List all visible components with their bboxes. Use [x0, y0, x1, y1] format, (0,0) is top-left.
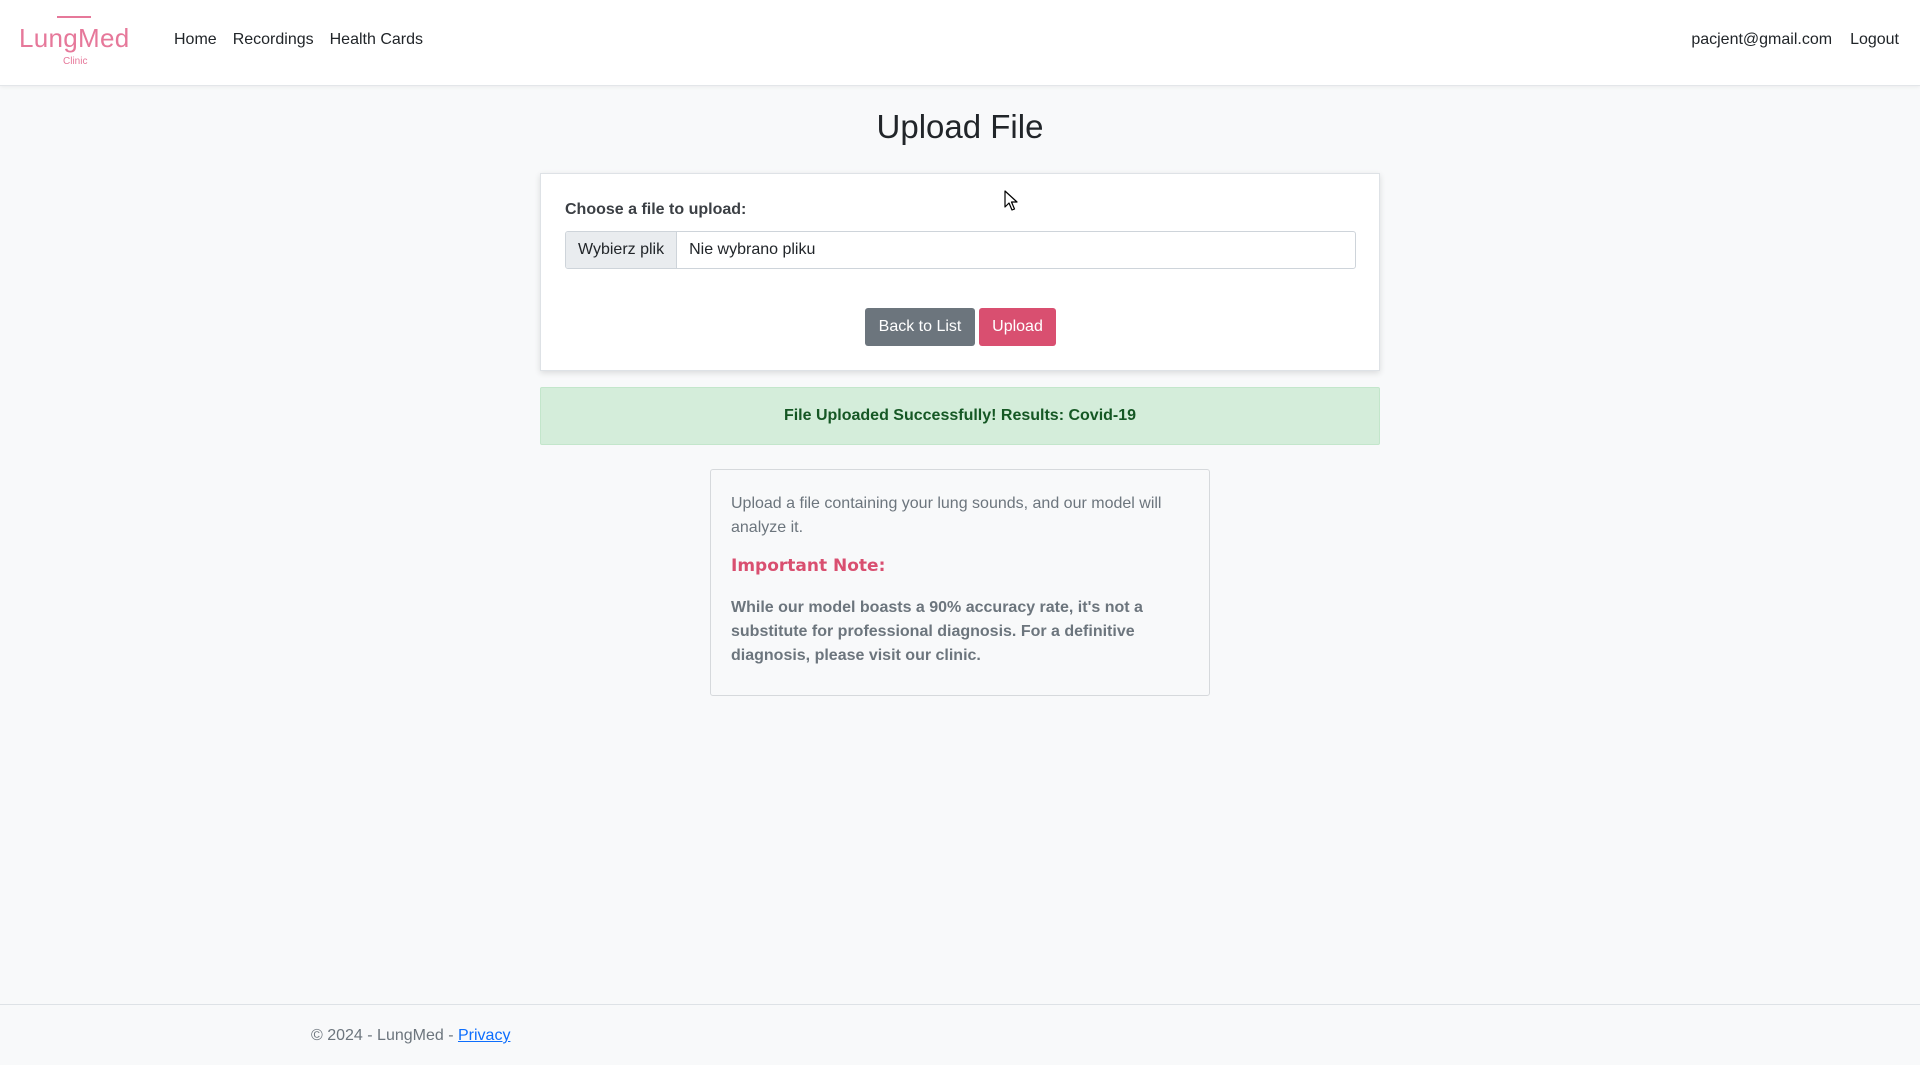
upload-field-label: Choose a file to upload: [565, 201, 747, 218]
user-email-link[interactable]: pacjent@gmail.com [1682, 31, 1841, 49]
mouse-cursor-icon [1004, 190, 1018, 211]
info-box: Upload a file containing your lung sound… [710, 469, 1210, 696]
back-to-list-button[interactable]: Back to List [865, 308, 975, 346]
info-description: Upload a file containing your lung sound… [731, 495, 1162, 536]
file-input[interactable]: Wybierz plik Nie wybrano pliku [565, 231, 1356, 269]
upload-button[interactable]: Upload [979, 308, 1056, 346]
footer-copyright: © 2024 - LungMed - [311, 1027, 458, 1044]
privacy-link[interactable]: Privacy [458, 1027, 510, 1044]
navbar: LungMed Clinic Home Recordings Health Ca… [0, 0, 1920, 86]
important-note-text: While our model boasts a 90% accuracy ra… [731, 599, 1143, 664]
important-note-title: Important Note: [731, 556, 886, 576]
upload-form-card: Choose a file to upload: Wybierz plik Ni… [540, 173, 1380, 371]
nav-user-area: pacjent@gmail.com Logout [1682, 31, 1908, 49]
nav-link-recordings[interactable]: Recordings [225, 31, 322, 49]
footer-text: © 2024 - LungMed - Privacy [311, 1027, 510, 1045]
brand-logo[interactable]: LungMed Clinic [17, 16, 137, 72]
nav-links: Home Recordings Health Cards [166, 31, 431, 49]
footer: © 2024 - LungMed - Privacy [0, 1004, 1920, 1065]
file-status-text: Nie wybrano pliku [689, 241, 816, 258]
choose-file-button[interactable]: Wybierz plik [566, 232, 678, 268]
brand-accent-line [57, 16, 91, 18]
brand-name: LungMed [19, 23, 130, 53]
brand-subtitle: Clinic [63, 56, 88, 67]
logout-link[interactable]: Logout [1841, 31, 1908, 49]
page-title: Upload File [876, 108, 1044, 145]
nav-link-health-cards[interactable]: Health Cards [322, 31, 431, 49]
success-alert: File Uploaded Successfully! Results: Cov… [540, 387, 1380, 445]
nav-link-home[interactable]: Home [166, 31, 225, 49]
